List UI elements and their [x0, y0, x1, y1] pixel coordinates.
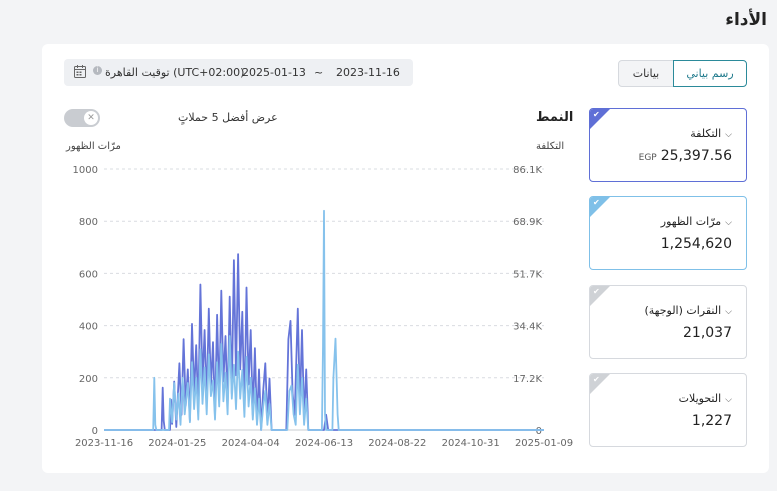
- y-tick-label-left: 200: [79, 374, 98, 385]
- x-tick-label: 2023-11-16: [75, 438, 133, 449]
- metric-card-clicks[interactable]: ✔ النقرات (الوجهة) ⌵ 21,037: [589, 285, 747, 359]
- chevron-down-icon[interactable]: ⌵: [725, 218, 732, 228]
- y-tick-label-left: 1000: [73, 165, 98, 176]
- y-tick-label-left: 600: [79, 269, 98, 280]
- performance-card: i توقيت القاهرة (UTC+02:00) 2025-01-13 ~…: [42, 44, 769, 473]
- metric-value: 25,397.56: [660, 148, 732, 164]
- metric-value: 1,254,620: [660, 236, 732, 252]
- series-line-impressions: [104, 209, 544, 431]
- check-icon: ✔: [593, 375, 600, 384]
- tab-chart[interactable]: رسم بياني: [673, 60, 747, 87]
- x-tick-label: 2024-08-22: [368, 438, 426, 449]
- x-tick-label: 2024-06-13: [295, 438, 353, 449]
- check-icon: ✔: [593, 198, 600, 207]
- metric-label: مرّات الظهور: [660, 215, 722, 228]
- chevron-down-icon[interactable]: ⌵: [725, 307, 732, 317]
- x-tick-label: 2024-10-31: [442, 438, 500, 449]
- chevron-down-icon[interactable]: ⌵: [725, 395, 732, 405]
- metric-label: التحويلات: [678, 392, 722, 405]
- y-tick-label-left: 800: [79, 217, 98, 228]
- metric-card-impressions[interactable]: ✔ مرّات الظهور ⌵ 1,254,620: [589, 196, 747, 270]
- check-icon: ✔: [593, 287, 600, 296]
- metric-label: التكلفة: [690, 127, 722, 140]
- metric-value: 21,037: [683, 325, 732, 341]
- y-tick-label-left: 400: [79, 322, 98, 333]
- x-tick-label: 2024-01-25: [148, 438, 206, 449]
- chevron-down-icon[interactable]: ⌵: [725, 130, 732, 140]
- y-tick-label-right: 0: [536, 426, 542, 437]
- metric-value: 1,227: [691, 413, 732, 429]
- y-tick-label-right: 51.7K: [513, 269, 542, 280]
- metric-card-cost[interactable]: ✔ التكلفة ⌵ EGP 25,397.56: [589, 108, 747, 182]
- x-tick-label: 2024-04-04: [222, 438, 280, 449]
- y-tick-label-right: 86.1K: [513, 165, 542, 176]
- y-tick-label-right: 34.4K: [513, 322, 542, 333]
- metric-label: النقرات (الوجهة): [644, 304, 722, 317]
- x-tick-label: 2025-01-09: [515, 438, 573, 449]
- check-icon: ✔: [593, 110, 600, 119]
- y-tick-label-right: 17.2K: [513, 374, 542, 385]
- metric-card-conversions[interactable]: ✔ التحويلات ⌵ 1,227: [589, 373, 747, 447]
- y-tick-label-right: 68.9K: [513, 217, 542, 228]
- performance-chart: 0 0 200 17.2K 400 34.4K 600 51.7K 800 68.9K 1000 86…: [73, 165, 574, 449]
- metric-unit: EGP: [638, 153, 657, 163]
- page-title: الأداء: [725, 10, 767, 30]
- y-tick-label-left: 0: [92, 426, 98, 437]
- tab-data[interactable]: بيانات: [618, 60, 674, 87]
